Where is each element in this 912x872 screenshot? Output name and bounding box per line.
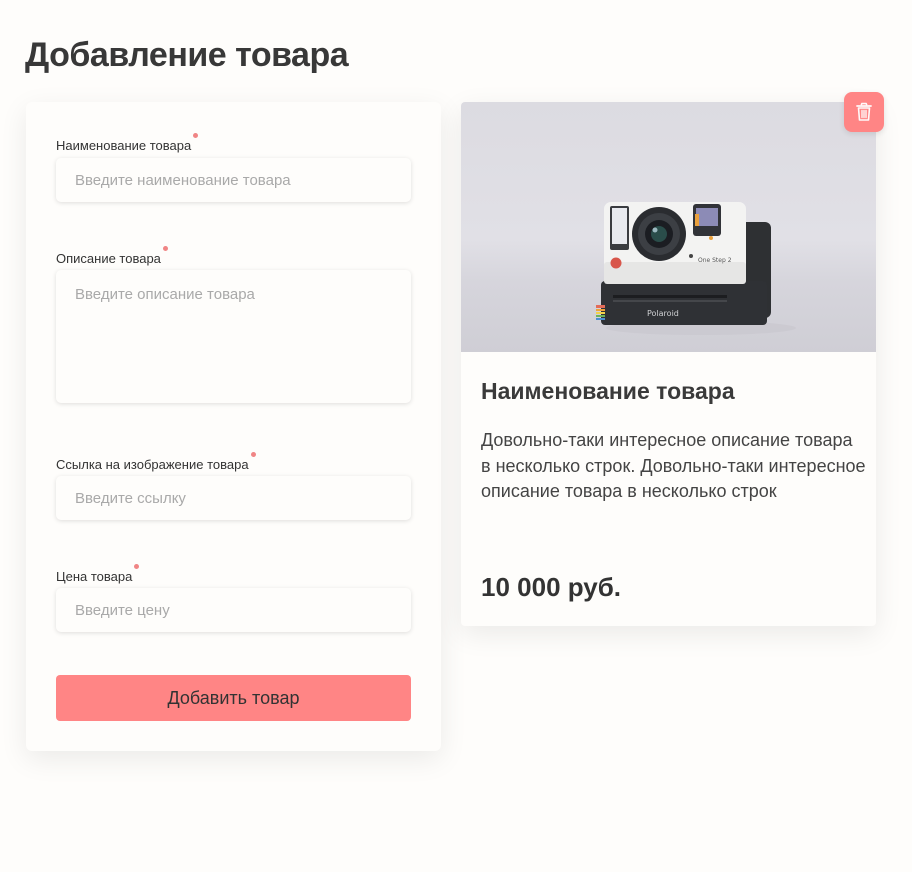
product-name-label-text: Наименование товара <box>56 138 192 153</box>
product-image-input[interactable] <box>56 476 411 520</box>
product-description: Довольно-таки интересное описание товара… <box>481 430 866 501</box>
product-description-label: Описание товара <box>56 246 168 266</box>
product-price-label-text: Цена товара <box>56 569 133 584</box>
page-title: Добавление товара <box>25 36 349 74</box>
product-price-label: Цена товара <box>56 564 140 584</box>
required-indicator <box>250 452 256 457</box>
product-description-input[interactable] <box>56 270 411 403</box>
camera-model-text: One Step 2 <box>698 257 732 264</box>
required-indicator <box>162 246 168 251</box>
product-price-input[interactable] <box>56 588 411 632</box>
required-indicator <box>134 564 140 569</box>
product-name-input[interactable] <box>56 158 411 202</box>
delete-product-button[interactable] <box>844 92 884 132</box>
product-card: Polaroid One Step 2 Наименование товара … <box>461 102 876 626</box>
product-price: 10 000 руб. <box>481 572 622 602</box>
camera-image: Polaroid One Step 2 <box>596 202 796 335</box>
product-description-label-text: Описание товара <box>56 251 161 266</box>
product-image-label: Ссылка на изображение товара <box>56 452 256 472</box>
product-name-label: Наименование товара <box>56 133 199 153</box>
add-product-button[interactable]: Добавить товар <box>56 675 411 721</box>
product-name: Наименование товара <box>481 378 735 404</box>
add-product-form: Наименование товара Описание товара Ссыл… <box>26 102 441 751</box>
product-image: Polaroid One Step 2 <box>461 102 876 352</box>
product-image-label-text: Ссылка на изображение товара <box>56 457 249 472</box>
camera-brand-text: Polaroid <box>647 309 679 318</box>
trash-icon <box>856 102 872 121</box>
required-indicator <box>193 133 199 138</box>
